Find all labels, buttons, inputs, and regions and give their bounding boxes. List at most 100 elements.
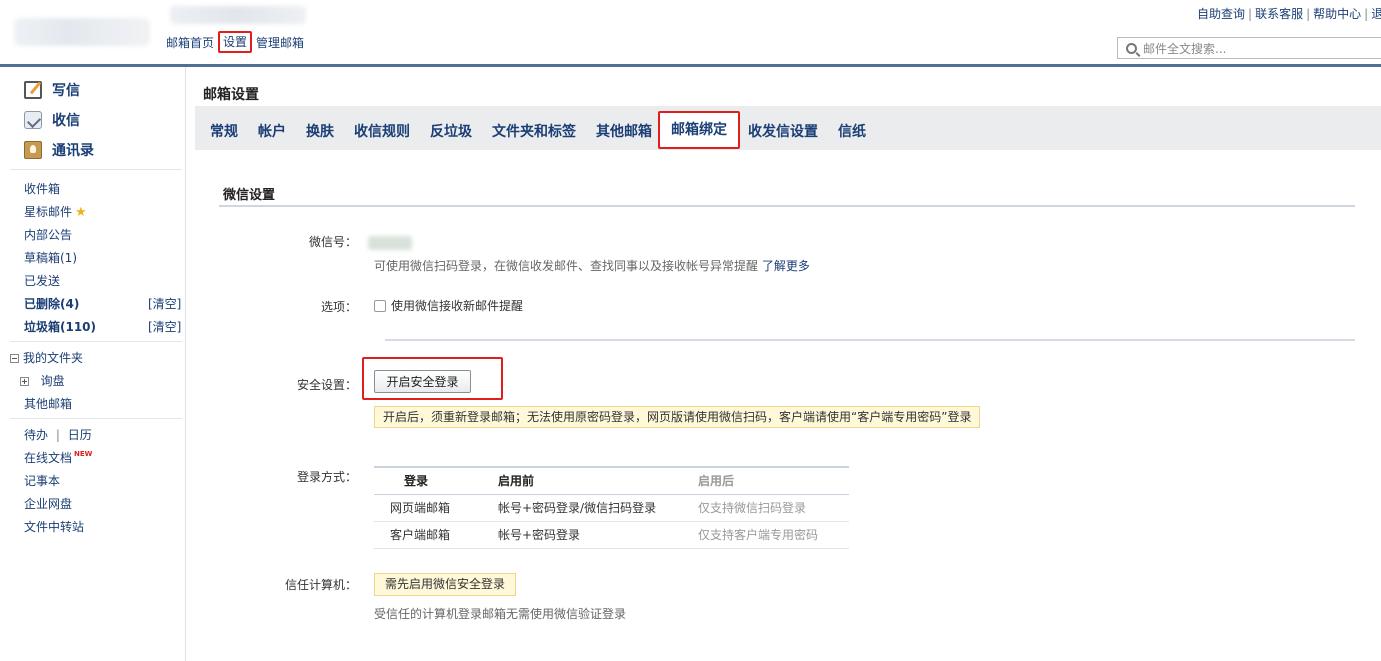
top-links: 自助查询 | 联系客服 | 帮助中心 | 退 <box>1197 5 1381 22</box>
learn-more-link[interactable]: 了解更多 <box>762 259 810 273</box>
nav-settings[interactable]: 设置 <box>218 31 253 53</box>
wechat-id-label: 微信号： <box>308 235 357 249</box>
other-mailbox[interactable]: 其他邮箱 <box>24 395 72 412</box>
logo <box>14 18 150 46</box>
login-method-table: 登录 启用前 启用后 网页端邮箱 帐号+密码登录/微信扫码登录 仅支持微信扫码登… <box>374 466 849 549</box>
folder-inbox[interactable]: 收件箱 <box>24 180 60 197</box>
sidebar-inbox-main-label: 收信 <box>52 113 80 129</box>
link-help-center[interactable]: 帮助中心 <box>1313 7 1361 21</box>
folder-sent[interactable]: 已发送 <box>24 272 60 289</box>
expand-icon[interactable] <box>20 377 29 386</box>
tools-row: 待办 | 日历 <box>24 426 92 443</box>
tools-separator: | <box>55 428 60 442</box>
search-icon <box>1126 42 1137 54</box>
table-header-before: 启用前 <box>498 467 698 495</box>
main-panel: 邮箱设置 常规 帐户 换肤 收信规则 反垃圾 文件夹和标签 其他邮箱 邮箱绑定 … <box>195 67 1381 661</box>
tab-account[interactable]: 帐户 <box>258 121 286 141</box>
content-divider <box>385 339 1355 341</box>
contacts-icon <box>24 141 42 159</box>
wechat-id-value <box>368 236 412 250</box>
settings-tabs: 常规 帐户 换肤 收信规则 反垃圾 文件夹和标签 其他邮箱 邮箱绑定 收发信设置… <box>195 106 1381 150</box>
table-header-row: 登录 启用前 启用后 <box>374 467 849 495</box>
folder-starred[interactable]: 星标邮件 ★ <box>24 203 87 220</box>
online-docs-label: 在线文档 <box>24 451 73 465</box>
inbox-icon <box>24 111 42 129</box>
sidebar-contacts[interactable]: 通讯录 <box>24 140 94 160</box>
top-link-separator: | <box>1364 7 1369 21</box>
page-title: 邮箱设置 <box>203 87 259 103</box>
todo-link[interactable]: 待办 <box>24 428 48 442</box>
tab-general[interactable]: 常规 <box>210 121 238 141</box>
folder-drafts[interactable]: 草稿箱(1) <box>24 249 77 266</box>
search-placeholder: 邮件全文搜索... <box>1143 41 1227 56</box>
collapse-icon[interactable] <box>10 354 19 363</box>
settings-content: 微信设置 微信号： 可使用微信扫码登录，在微信收发邮件、查找同事以及接收帐号异常… <box>195 150 1381 661</box>
star-icon: ★ <box>75 205 87 220</box>
sidebar-inbox-main[interactable]: 收信 <box>24 110 80 130</box>
sidebar-divider <box>10 341 182 342</box>
folder-inquiry[interactable]: 询盘 <box>20 372 65 389</box>
folder-deleted[interactable]: 已删除(4) <box>24 295 79 312</box>
folder-announcements[interactable]: 内部公告 <box>24 226 72 243</box>
folder-starred-label: 星标邮件 <box>24 205 73 219</box>
section-title: 微信设置 <box>223 188 276 203</box>
table-cell: 仅支持客户端专用密码 <box>698 521 849 549</box>
wechat-hint: 可使用微信扫码登录，在微信收发邮件、查找同事以及接收帐号异常提醒 了解更多 <box>374 257 810 274</box>
my-folders-label: 我的文件夹 <box>23 351 84 365</box>
link-contact-support[interactable]: 联系客服 <box>1255 7 1303 21</box>
login-method-label: 登录方式： <box>296 470 357 484</box>
tab-skin[interactable]: 换肤 <box>306 121 334 141</box>
online-docs[interactable]: 在线文档 NEW <box>24 449 92 466</box>
sidebar-divider <box>10 418 182 419</box>
link-logout[interactable]: 退 <box>1371 7 1381 21</box>
wechat-notify-label: 使用微信接收新邮件提醒 <box>391 299 524 313</box>
table-header-login: 登录 <box>374 467 498 495</box>
my-folders[interactable]: 我的文件夹 <box>10 349 83 366</box>
notebook[interactable]: 记事本 <box>24 472 60 489</box>
tab-mailbox-binding[interactable]: 邮箱绑定 <box>658 111 740 149</box>
table-cell: 仅支持微信扫码登录 <box>698 494 849 522</box>
clear-spam-button[interactable]: [清空] <box>148 318 181 335</box>
tab-rules[interactable]: 收信规则 <box>354 121 410 141</box>
calendar-link[interactable]: 日历 <box>68 428 92 442</box>
folder-spam[interactable]: 垃圾箱(110) <box>24 318 96 335</box>
account-name <box>170 6 306 24</box>
top-link-separator: | <box>1306 7 1311 21</box>
table-cell: 帐号+密码登录/微信扫码登录 <box>498 494 698 522</box>
write-icon <box>24 81 42 99</box>
section-divider <box>219 205 1355 207</box>
folder-inquiry-label: 询盘 <box>40 374 65 388</box>
tab-stationery[interactable]: 信纸 <box>838 121 866 141</box>
enable-secure-login-button[interactable]: 开启安全登录 <box>374 370 471 393</box>
wechat-notify-checkbox[interactable] <box>374 299 386 312</box>
tab-send-receive[interactable]: 收发信设置 <box>748 121 818 141</box>
sidebar-write-label: 写信 <box>52 83 80 99</box>
trusted-computer-label: 信任计算机： <box>284 578 357 592</box>
enterprise-disk[interactable]: 企业网盘 <box>24 495 72 512</box>
secure-login-note: 开启后，须重新登录邮箱；无法使用原密码登录，网页版请使用微信扫码，客户端请使用“… <box>374 406 981 428</box>
table-cell: 帐号+密码登录 <box>498 521 698 549</box>
sidebar-write[interactable]: 写信 <box>24 80 80 100</box>
table-row: 客户端邮箱 帐号+密码登录 仅支持客户端专用密码 <box>374 521 849 549</box>
wechat-notify-option[interactable]: 使用微信接收新邮件提醒 <box>374 297 523 314</box>
wechat-hint-text: 可使用微信扫码登录，在微信收发邮件、查找同事以及接收帐号异常提醒 <box>374 259 759 273</box>
link-self-service[interactable]: 自助查询 <box>1197 7 1245 21</box>
trusted-computer-hint: 受信任的计算机登录邮箱无需使用微信验证登录 <box>374 607 627 621</box>
clear-deleted-button[interactable]: [清空] <box>148 295 181 312</box>
table-cell: 网页端邮箱 <box>374 494 498 522</box>
file-transfer[interactable]: 文件中转站 <box>24 518 84 535</box>
tab-other-mailbox[interactable]: 其他邮箱 <box>596 121 652 141</box>
table-cell: 客户端邮箱 <box>374 521 498 549</box>
security-label: 安全设置： <box>296 378 357 392</box>
tab-folders-labels[interactable]: 文件夹和标签 <box>492 121 576 141</box>
table-header-after: 启用后 <box>698 467 849 495</box>
new-badge: NEW <box>74 450 93 458</box>
table-row: 网页端邮箱 帐号+密码登录/微信扫码登录 仅支持微信扫码登录 <box>374 494 849 522</box>
trusted-computer-badge: 需先启用微信安全登录 <box>374 573 517 596</box>
nav-manage-mailbox[interactable]: 管理邮箱 <box>256 34 304 51</box>
option-label: 选项： <box>320 300 357 314</box>
top-nav: 邮箱首页 设置 管理邮箱 <box>166 31 304 53</box>
tab-antispam[interactable]: 反垃圾 <box>430 121 472 141</box>
search-input[interactable]: 邮件全文搜索... <box>1117 37 1381 59</box>
nav-mail-home[interactable]: 邮箱首页 <box>166 34 214 51</box>
